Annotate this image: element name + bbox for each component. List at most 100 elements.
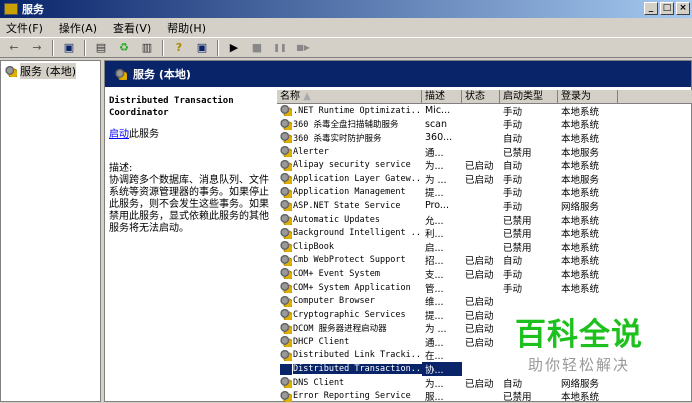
service-name-cell: 360 杀毒实时防护服务 — [277, 132, 422, 144]
service-row[interactable]: Alerter 通... 已禁用 本地服务 — [277, 145, 692, 159]
menu-bar: 文件(F) 操作(A) 查看(V) 帮助(H) — [0, 18, 692, 37]
service-row[interactable]: DNS Client 为... 已启动 自动 网络服务 — [277, 376, 692, 390]
service-name-cell: DNS Client — [277, 377, 422, 389]
service-name-cell: ASP.NET State Service — [277, 200, 422, 212]
service-startup-cell: 手动 — [503, 269, 523, 281]
service-logon-cell: 网络服务 — [561, 201, 600, 213]
service-name-cell: Cmb WebProtect Support — [277, 254, 422, 266]
service-name-cell: COM+ Event System — [277, 268, 422, 280]
service-startup-cell: 自动 — [503, 161, 523, 173]
service-description-cell: 提... — [425, 188, 444, 200]
menu-help[interactable]: 帮助(H) — [167, 20, 206, 36]
stop-icon[interactable]: ■ — [249, 41, 265, 55]
service-row[interactable]: ClipBook 启... 已禁用 本地系统 — [277, 240, 692, 254]
show-hide-tree-icon[interactable]: ▣ — [61, 41, 77, 55]
service-logon-cell: 本地系统 — [561, 120, 600, 132]
service-logon-cell: 网络服务 — [561, 378, 600, 390]
service-gear-icon — [280, 363, 292, 375]
forward-icon[interactable]: → — [29, 41, 45, 55]
service-status-cell: 已启动 — [465, 310, 494, 322]
services-icon — [5, 65, 17, 77]
service-row[interactable]: COM+ Event System 支... 已启动 手动 本地系统 — [277, 267, 692, 281]
service-row[interactable]: Cmb WebProtect Support 招... 已启动 自动 本地系统 — [277, 254, 692, 268]
service-logon-cell: 本地系统 — [561, 392, 600, 403]
service-name: Distributed Transaction Coordinator — [109, 96, 234, 118]
service-description-cell: 为 ... — [425, 324, 447, 336]
service-gear-icon — [280, 159, 292, 171]
back-icon[interactable]: ← — [6, 41, 22, 55]
service-description-cell: 管... — [425, 283, 444, 295]
menu-action[interactable]: 操作(A) — [59, 20, 97, 36]
service-gear-icon — [280, 214, 292, 226]
service-name-cell: Application Management — [277, 186, 422, 198]
service-gear-icon — [280, 295, 292, 307]
service-description-cell: 维... — [425, 297, 444, 309]
column-header-status[interactable]: 状态 — [462, 90, 500, 104]
service-row[interactable]: Error Reporting Service 服... 已禁用 本地系统 — [277, 389, 692, 403]
help-icon[interactable]: ? — [171, 41, 187, 55]
menu-file[interactable]: 文件(F) — [6, 20, 43, 36]
service-row[interactable]: Application Layer Gatew... 为 ... 已启动 手动 … — [277, 172, 692, 186]
service-row[interactable]: COM+ System Application 管... 手动 本地系统 — [277, 281, 692, 295]
service-status-cell: 已启动 — [465, 378, 494, 390]
menu-view[interactable]: 查看(V) — [113, 20, 151, 36]
service-description-cell: 在... — [425, 351, 444, 363]
service-status-cell: 已启动 — [465, 324, 494, 336]
service-name-cell: Distributed Transaction... — [277, 363, 422, 375]
service-name-cell: Alerter — [277, 146, 422, 158]
service-row[interactable]: Computer Browser 维... 已启动 — [277, 294, 692, 308]
start-service-suffix: 此服务 — [129, 129, 159, 140]
service-gear-icon — [280, 173, 292, 185]
maximize-button[interactable]: □ — [660, 2, 674, 15]
service-row[interactable]: Background Intelligent ... 利... 已禁用 本地系统 — [277, 226, 692, 240]
service-status-cell: 已启动 — [465, 174, 494, 186]
start-icon[interactable]: ▶ — [226, 41, 242, 55]
watermark-sub: 助你轻松解决 — [527, 356, 630, 374]
service-startup-cell: 自动 — [503, 256, 523, 268]
service-startup-cell: 自动 — [503, 378, 523, 390]
service-name-cell: .NET Runtime Optimizati... — [277, 105, 422, 117]
service-description-cell: 允... — [425, 215, 444, 227]
service-status-cell: 已启动 — [465, 161, 494, 173]
service-status-cell: 已启动 — [465, 297, 494, 309]
column-header-name[interactable]: 名称 ▲ — [277, 90, 422, 104]
tree-node-services-local[interactable]: 服务 (本地) — [1, 61, 100, 81]
service-row[interactable]: 360 杀毒实时防护服务 360... 自动 本地系统 — [277, 131, 692, 145]
services-app-icon — [4, 3, 18, 15]
pause-icon[interactable]: ❚❚ — [272, 41, 288, 55]
close-button[interactable]: × — [676, 2, 690, 15]
service-name-cell: 360 杀毒全盘扫描辅助服务 — [277, 118, 422, 130]
column-header-description[interactable]: 描述 — [422, 90, 462, 104]
column-header-startup-type[interactable]: 启动类型 — [500, 90, 558, 104]
service-name-cell: Distributed Link Tracki... — [277, 349, 422, 361]
minimize-button[interactable]: _ — [644, 2, 658, 15]
service-row[interactable]: ASP.NET State Service Pro... 手动 网络服务 — [277, 199, 692, 213]
service-row[interactable]: Alipay security service 为... 已启动 自动 本地系统 — [277, 158, 692, 172]
service-row[interactable]: Automatic Updates 允... 已禁用 本地系统 — [277, 213, 692, 227]
service-detail: Distributed Transaction Coordinator 启动此服… — [109, 95, 274, 235]
properties-icon[interactable]: ▤ — [93, 41, 109, 55]
service-startup-cell: 手动 — [503, 283, 523, 295]
service-gear-icon — [280, 105, 292, 117]
export-list-icon[interactable]: ▥ — [139, 41, 155, 55]
service-name-cell: ClipBook — [277, 241, 422, 253]
service-description-cell: 招... — [425, 256, 444, 268]
service-description-cell: 360... — [425, 132, 453, 144]
service-row[interactable]: .NET Runtime Optimizati... Mic... 手动 本地系… — [277, 104, 692, 118]
service-logon-cell: 本地系统 — [561, 283, 600, 295]
pane-title: 服务 (本地) — [133, 68, 191, 81]
service-gear-icon — [280, 309, 292, 321]
refresh-icon[interactable]: ♻ — [116, 41, 132, 55]
service-gear-icon — [280, 268, 292, 280]
column-header-logon[interactable]: 登录为 — [558, 90, 618, 104]
service-gear-icon — [280, 132, 292, 144]
service-row[interactable]: 360 杀毒全盘扫描辅助服务 scan 手动 本地系统 — [277, 118, 692, 132]
restart-icon[interactable]: ■▶ — [295, 41, 311, 55]
service-logon-cell: 本地服务 — [561, 147, 600, 159]
service-gear-icon — [280, 227, 292, 239]
service-row[interactable]: Application Management 提... 手动 本地系统 — [277, 186, 692, 200]
service-gear-icon — [280, 336, 292, 348]
console-icon[interactable]: ▣ — [194, 41, 210, 55]
service-description-cell: 通... — [425, 147, 444, 159]
start-service-link[interactable]: 启动 — [109, 129, 129, 140]
